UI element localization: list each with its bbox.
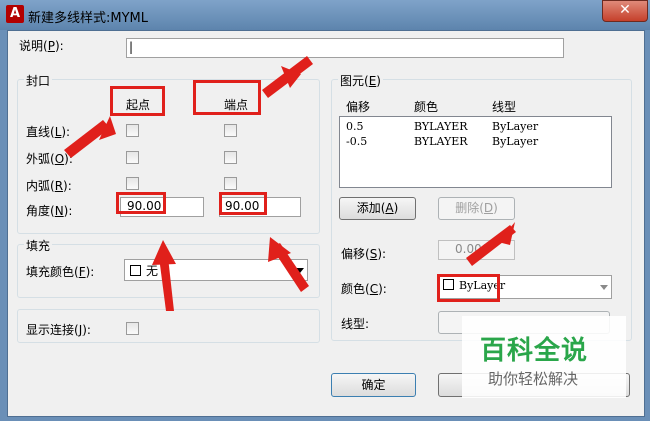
dialog-window: A 新建多线样式:MYML ✕ 说明(P): | 封口 起点 端点 直线(L):…: [0, 0, 650, 421]
arrow-icon: [152, 240, 176, 265]
arrow-icon: [159, 257, 174, 311]
watermark: 百科全说 助你轻松解决: [462, 316, 626, 398]
arrow-icon: [64, 120, 110, 158]
watermark-title: 百科全说: [480, 336, 589, 366]
watermark-subtitle: 助你轻松解决: [488, 370, 579, 388]
